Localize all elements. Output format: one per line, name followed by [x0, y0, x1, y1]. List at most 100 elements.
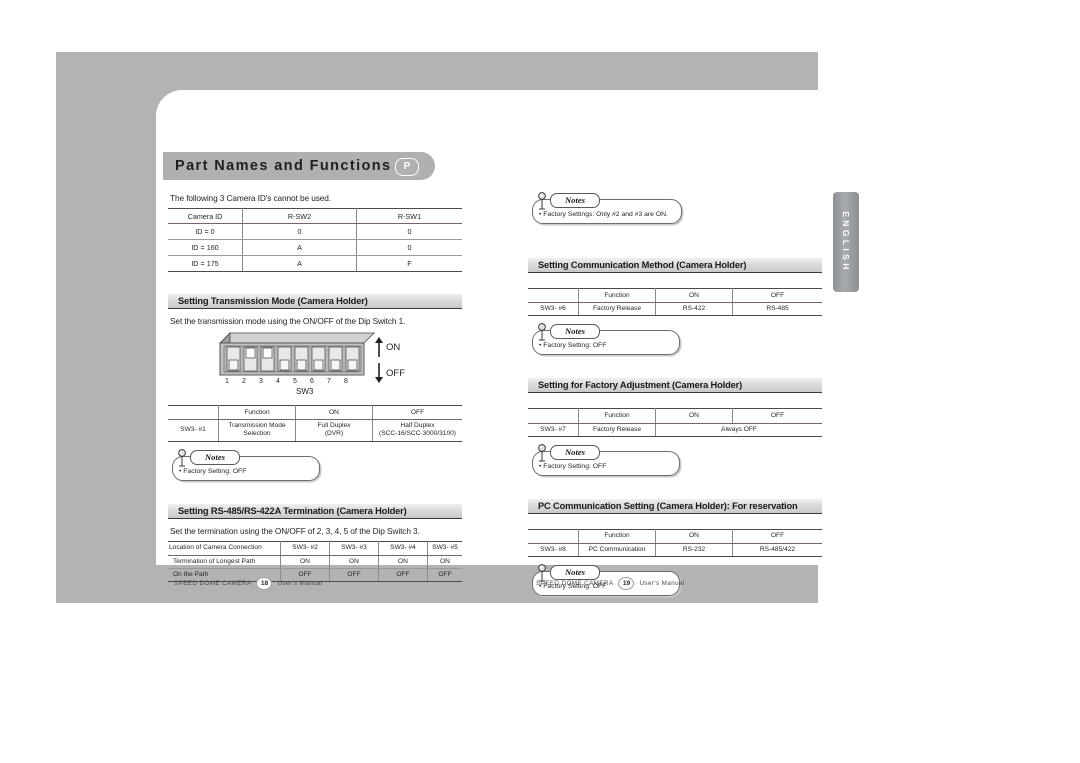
th-on: ON: [655, 287, 733, 304]
svg-text:1: 1: [225, 378, 229, 385]
th-on: ON: [655, 408, 733, 424]
cell-always-off: Always OFF: [655, 423, 822, 437]
camera-id-intro: The following 3 Camera ID's cannot be us…: [170, 193, 332, 203]
cell-id: ID = 0: [168, 223, 243, 240]
note-factory-adjustment: Notes • Factory Setting: OFF: [532, 444, 680, 476]
svg-text:4: 4: [276, 378, 280, 385]
section-header-termination: Setting RS-485/RS-422A Termination (Came…: [168, 503, 462, 519]
page-title-banner: Part Names and Functions P: [163, 152, 435, 180]
th-sw4: SW3- #4: [378, 540, 428, 556]
th-rsw1: R-SW1: [356, 208, 462, 224]
cell-switch: SW3- #7: [528, 423, 579, 437]
page-title: Part Names and Functions: [175, 158, 392, 174]
note-text: • Factory Setting: OFF: [539, 583, 607, 591]
section-header-label: Setting Communication Method (Camera Hol…: [538, 260, 747, 270]
th-blank: [528, 287, 579, 304]
th-sw2: SW3- #2: [280, 540, 330, 556]
note-tag: Notes: [550, 193, 600, 208]
th-sw5: SW3- #5: [427, 540, 462, 556]
cell-function: PC Communication: [578, 543, 656, 558]
cell-rsw2: 0: [242, 223, 357, 240]
cell-id: ID = 160: [168, 239, 243, 256]
dip-switch-diagram: 1 2 3 4 5 6 7 8 ON OFF SW3: [168, 331, 462, 403]
cell-sw5: OFF: [427, 568, 462, 583]
note-text: • Factory Settings: Only #2 and #3 are O…: [539, 211, 668, 218]
cell-function: Transmission Mode Selection: [218, 419, 296, 442]
table-header-row: Location of Camera Connection SW3- #2 SW…: [168, 540, 462, 556]
cell-location: Termination of Longest Path: [168, 555, 281, 570]
cell-id: ID = 175: [168, 255, 243, 272]
section-header-pc-communication: PC Communication Setting (Camera Holder)…: [528, 498, 822, 514]
cell-switch: SW3- #1: [168, 419, 219, 442]
table-row: ID = 0 0 0: [168, 223, 462, 240]
dip-on-label: ON: [386, 342, 401, 353]
cell-on: RS-232: [655, 543, 733, 558]
section-header-factory-adjustment: Setting for Factory Adjustment (Camera H…: [528, 378, 822, 394]
push-pin-icon: [538, 192, 546, 210]
th-function: Function: [578, 408, 656, 424]
cell-sw2: ON: [280, 555, 330, 570]
dip-switch-svg: 1 2 3 4 5 6 7 8: [219, 332, 375, 385]
note-text: • Factory Setting: OFF: [539, 342, 607, 350]
th-function: Function: [578, 287, 656, 304]
table-header-row: Function ON OFF: [528, 528, 822, 545]
dip-off-label: OFF: [386, 368, 405, 379]
note-transmission: Notes • Factory Setting: OFF: [172, 448, 320, 481]
table-header-row: Function ON OFF: [168, 404, 462, 421]
note-tag: Notes: [550, 324, 600, 340]
dip-switch-label: SW3: [296, 387, 314, 396]
th-off: OFF: [732, 287, 822, 304]
cell-function: Factory Release: [578, 302, 656, 317]
cell-sw3: OFF: [329, 568, 379, 583]
th-function: Function: [578, 528, 656, 545]
th-location: Location of Camera Connection: [168, 540, 281, 556]
table-row: ID = 160 A 0: [168, 239, 462, 256]
cell-rsw1: F: [356, 255, 462, 272]
cell-off: RS-485/422: [732, 543, 822, 558]
table-row: SW3- #6 Factory Release RS-422 RS-485: [528, 302, 822, 317]
cell-rsw2: A: [242, 239, 357, 256]
section-header-communication-method: Setting Communication Method (Camera Hol…: [528, 258, 822, 273]
title-badge: P: [395, 158, 419, 176]
svg-text:7: 7: [327, 378, 331, 385]
table-header-row: Camera ID R-SW2 R-SW1: [168, 208, 462, 224]
footer-left: SPEED DOME CAMERA 18 User's Manual: [174, 576, 323, 590]
svg-text:3: 3: [259, 378, 263, 385]
table-row: Termination of Longest Path ON ON ON ON: [168, 555, 462, 570]
th-blank: [528, 408, 579, 424]
table-header-row: Function ON OFF: [528, 408, 822, 424]
cell-function: Factory Release: [578, 423, 656, 437]
page-sheet: Part Names and Functions P The following…: [156, 90, 833, 597]
cell-rsw1: 0: [356, 239, 462, 256]
table-row: SW3- #1 Transmission Mode Selection Full…: [168, 419, 462, 442]
th-on: ON: [295, 404, 373, 421]
cell-on: RS-422: [655, 302, 733, 317]
factory-adjustment-table: Function ON OFF SW3- #7 Factory Release …: [528, 408, 822, 437]
communication-method-table: Function ON OFF SW3- #6 Factory Release …: [528, 287, 822, 317]
cell-sw4: OFF: [378, 568, 428, 583]
svg-text:6: 6: [310, 378, 314, 385]
table-row: ID = 175 A F: [168, 255, 462, 272]
cell-switch: SW3- #6: [528, 302, 579, 317]
th-off: OFF: [732, 408, 822, 424]
cell-switch: SW3- #8: [528, 543, 579, 558]
th-off: OFF: [732, 528, 822, 545]
section-header-label: Setting Transmission Mode (Camera Holder…: [178, 296, 368, 306]
note-tag: Notes: [190, 449, 240, 465]
footer-brand: SPEED DOME CAMERA: [174, 579, 252, 587]
push-pin-icon: [538, 323, 546, 342]
table-row: SW3- #7 Factory Release Always OFF: [528, 423, 822, 437]
transmission-instruction: Set the transmission mode using the ON/O…: [170, 316, 406, 326]
english-side-tab-label: ENGLISH: [841, 211, 851, 273]
cell-on: Full Duplex (DVR): [295, 419, 373, 442]
pc-communication-table: Function ON OFF SW3- #8 PC Communication…: [528, 528, 822, 558]
table-header-row: Function ON OFF: [528, 287, 822, 304]
th-on: ON: [655, 528, 733, 545]
th-blank: [168, 404, 219, 421]
note-communication: Notes • Factory Setting: OFF: [532, 323, 680, 356]
th-camera-id: Camera ID: [168, 208, 243, 224]
note-factory-settings: Notes • Factory Settings: Only #2 and #3…: [532, 192, 682, 224]
camera-id-table: Camera ID R-SW2 R-SW1 ID = 0 0 0 ID = 16…: [168, 208, 462, 272]
section-header-label: Setting for Factory Adjustment (Camera H…: [538, 380, 743, 391]
cell-sw3: ON: [329, 555, 379, 570]
